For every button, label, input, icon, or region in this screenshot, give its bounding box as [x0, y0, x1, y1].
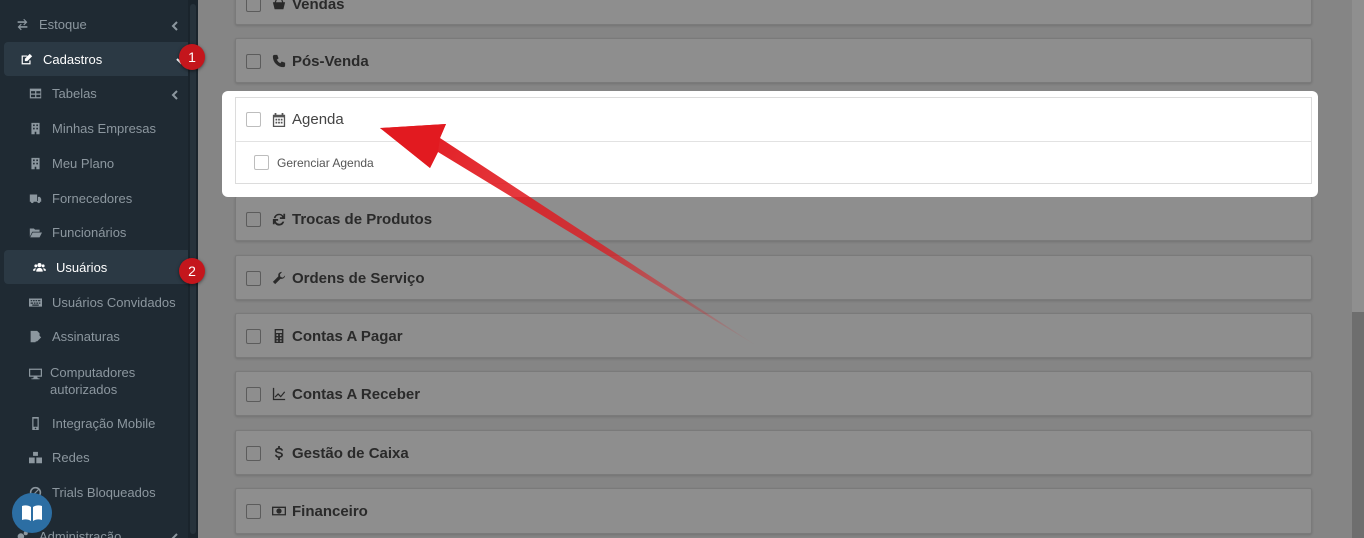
permission-checkbox[interactable]	[246, 445, 261, 461]
help-button[interactable]	[12, 493, 52, 533]
panel-title: Trocas de Produtos	[292, 210, 433, 228]
line-chart-icon	[271, 386, 287, 402]
chevron-left-icon	[170, 88, 180, 100]
gerenciar-agenda-label: Gerenciar Agenda	[277, 155, 374, 170]
permission-panel-contas-a-pagar: Contas A Pagar	[235, 313, 1312, 358]
gerenciar-agenda-checkbox[interactable]	[254, 155, 269, 170]
sidebar-item-funcionarios[interactable]: Funcionários	[0, 215, 188, 249]
permission-panel-ordens-de-servico: Ordens de Serviço	[235, 255, 1312, 300]
exchange-icon	[14, 16, 30, 32]
panel-header: Pós-Venda	[236, 39, 1311, 83]
chevron-left-icon	[170, 19, 180, 31]
panel-title: Agenda	[292, 111, 344, 128]
refresh-icon	[271, 211, 287, 227]
permission-checkbox[interactable]	[246, 328, 261, 344]
desktop-icon	[27, 365, 43, 381]
panel-title: Ordens de Serviço	[292, 269, 425, 287]
panel-title: Financeiro	[292, 502, 368, 520]
panel-header: Contas A Pagar	[236, 314, 1311, 358]
permission-panel-trocas-de-produtos: Trocas de Produtos	[235, 196, 1312, 241]
permission-checkbox[interactable]	[246, 112, 261, 127]
building-icon	[27, 120, 43, 136]
sidebar-item-redes[interactable]: Redes	[0, 440, 188, 474]
sidebar-item-label: Fornecedores	[52, 190, 133, 206]
sidebar-item-label: Assinaturas	[52, 328, 120, 344]
sidebar-item-label: Minhas Empresas	[52, 120, 157, 136]
panel-header: Contas A Receber	[236, 372, 1311, 416]
sidebar-item-tabelas[interactable]: Tabelas	[0, 76, 188, 110]
chevron-left-icon	[170, 531, 180, 538]
panel-title: Gestão de Caixa	[292, 444, 409, 462]
sidebar-item-label: Integração Mobile	[52, 415, 156, 431]
sidebar-item-label: Usuários Convidados	[52, 294, 176, 310]
building-icon	[27, 155, 43, 171]
permission-checkbox[interactable]	[246, 53, 261, 69]
permission-checkbox[interactable]	[246, 211, 261, 227]
cubes-icon	[27, 449, 43, 465]
sidebar-item-computadores-autorizados[interactable]: Computadores autorizados	[0, 361, 188, 401]
panel-header: Gestão de Caixa	[236, 431, 1311, 475]
sidebar-item-label: Trials Bloqueados	[52, 484, 156, 500]
permission-panel-gestao-de-caixa: Gestão de Caixa	[235, 430, 1312, 475]
sidebar-item-label: Estoque	[39, 16, 87, 32]
step-badge-1: 1	[179, 44, 205, 70]
sidebar-item-label: Usuários	[56, 259, 108, 275]
permission-checkbox[interactable]	[246, 270, 261, 286]
sidebar-item-usuarios-convidados[interactable]: Usuários Convidados	[0, 285, 188, 319]
money-icon	[271, 503, 287, 519]
basket-icon	[271, 0, 287, 12]
sidebar-item-meu-plano[interactable]: Meu Plano	[0, 146, 188, 180]
calculator-icon	[271, 328, 287, 344]
book-icon	[20, 501, 44, 525]
table-icon	[27, 85, 43, 101]
panel-title: Contas A Receber	[292, 385, 421, 403]
permission-panel-contas-a-receber: Contas A Receber	[235, 371, 1312, 416]
sidebar-item-label: Meu Plano	[52, 155, 115, 171]
phone-icon	[271, 53, 287, 69]
mobile-icon	[27, 415, 43, 431]
page-scrollbar-thumb[interactable]	[1352, 312, 1364, 538]
sidebar-item-label: Funcionários	[52, 224, 127, 240]
panel-header: Ordens de Serviço	[236, 256, 1311, 300]
sidebar-item-label: Administração	[39, 528, 122, 538]
step-badge-2: 2	[179, 258, 205, 284]
users-icon	[31, 259, 47, 275]
sidebar-item-label: Computadores autorizados	[50, 365, 136, 397]
wrench-icon	[271, 270, 287, 286]
sidebar-item-estoque[interactable]: Estoque	[0, 7, 188, 41]
folder-open-icon	[27, 224, 43, 240]
panel-header: Financeiro	[236, 489, 1311, 533]
permission-panel-pos-venda: Pós-Venda	[235, 38, 1312, 83]
panel-header: Vendas	[236, 0, 1311, 26]
panel-title: Vendas	[292, 0, 345, 13]
permission-panel-financeiro: Financeiro	[235, 488, 1312, 534]
edit-icon	[18, 51, 34, 67]
permission-checkbox[interactable]	[246, 503, 261, 519]
signature-icon	[27, 328, 43, 344]
sidebar-item-label: Redes	[52, 449, 90, 465]
sidebar-item-cadastros[interactable]: Cadastros	[4, 42, 194, 76]
permission-panel-vendas: Vendas	[235, 0, 1312, 25]
calendar-icon	[271, 112, 287, 128]
sidebar: Estoque Cadastros Tabelas Minhas Empresa…	[0, 0, 198, 538]
panel-title: Contas A Pagar	[292, 327, 403, 345]
dollar-icon	[271, 445, 287, 461]
sidebar-item-assinaturas[interactable]: Assinaturas	[0, 319, 188, 353]
permission-panel-agenda: Agenda Gerenciar Agenda	[235, 97, 1312, 184]
sidebar-item-minhas-empresas[interactable]: Minhas Empresas	[0, 111, 188, 145]
panel-header: Agenda	[236, 98, 1311, 142]
keyboard-icon	[27, 294, 43, 310]
panel-title: Pós-Venda	[292, 52, 369, 70]
sidebar-item-label: Cadastros	[43, 51, 103, 67]
sidebar-item-label: Tabelas	[52, 85, 97, 101]
permission-checkbox[interactable]	[246, 386, 261, 402]
sidebar-item-usuarios[interactable]: Usuários	[4, 250, 194, 284]
truck-icon	[27, 190, 43, 206]
permission-checkbox[interactable]	[246, 0, 261, 12]
sidebar-item-integracao-mobile[interactable]: Integração Mobile	[0, 406, 188, 440]
sidebar-item-fornecedores[interactable]: Fornecedores	[0, 181, 188, 215]
agenda-sub-permission: Gerenciar Agenda	[236, 142, 1311, 183]
panel-header: Trocas de Produtos	[236, 197, 1311, 241]
